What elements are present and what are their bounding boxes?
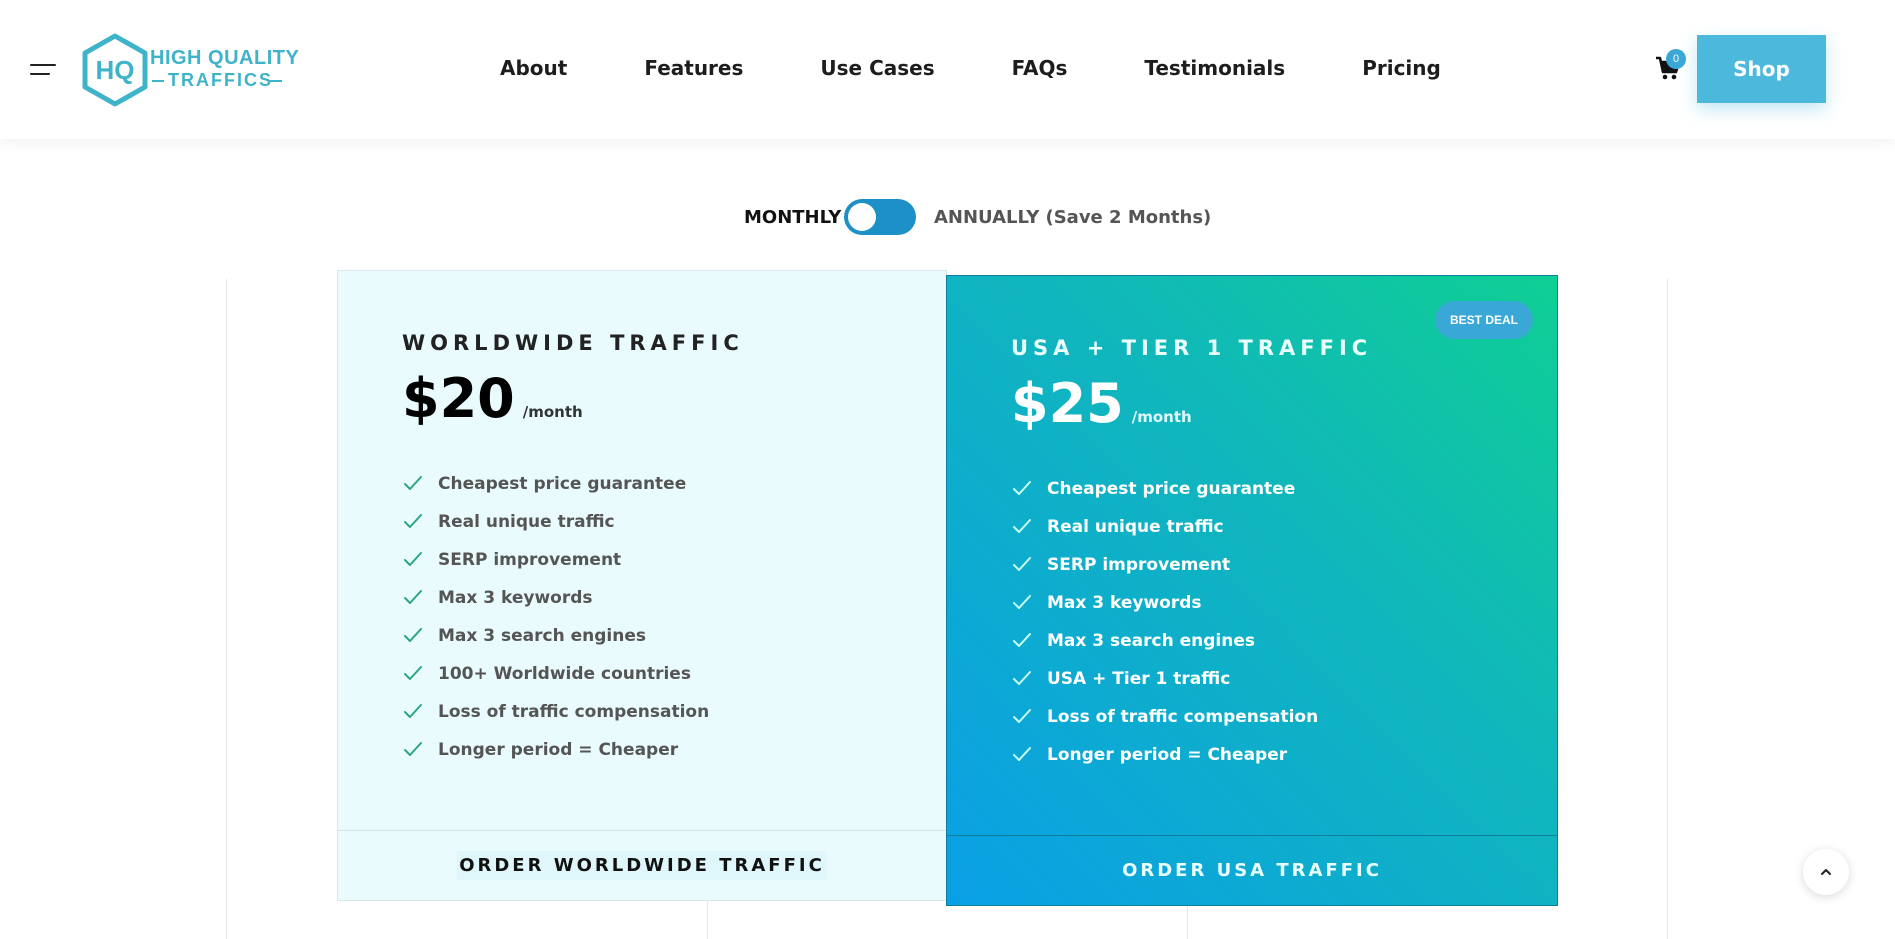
nav-link-about[interactable]: About [500,56,567,80]
check-icon [1013,557,1031,571]
nav-link-features[interactable]: Features [644,56,743,80]
plan-price: $25 [1011,372,1124,435]
feature-item: Real unique traffic [402,503,709,541]
check-icon [404,742,422,756]
feature-text: Cheapest price guarantee [438,474,687,494]
hq-hexagon-icon: HQ [82,33,148,107]
feature-item: Real unique traffic [1011,508,1318,546]
site-logo[interactable]: HQ HIGH QUALITY TRAFFICS [80,33,299,107]
feature-text: 100+ Worldwide countries [438,664,691,684]
feature-item: USA + Tier 1 traffic [1011,660,1318,698]
check-icon [1013,481,1031,495]
feature-text: SERP improvement [1047,555,1231,575]
logo-text-top: HIGH QUALITY [150,47,300,69]
best-deal-badge: BEST DEAL [1435,301,1533,339]
price-row: $25 /month [1011,372,1192,435]
feature-text: Max 3 keywords [438,588,593,608]
feature-item: 100+ Worldwide countries [402,655,709,693]
card-footer: ORDER USA TRAFFIC [947,835,1557,905]
feature-list: Cheapest price guarantee Real unique traf… [402,465,709,769]
check-icon [404,628,422,642]
site-header: HQ HIGH QUALITY TRAFFICS About Features … [0,0,1895,139]
order-worldwide-traffic-button[interactable]: ORDER WORLDWIDE TRAFFIC [457,851,827,880]
nav-link-use-cases[interactable]: Use Cases [820,56,934,80]
check-icon [404,666,422,680]
check-icon [1013,633,1031,647]
plan-period: /month [522,403,583,421]
card-footer: ORDER WORLDWIDE TRAFFIC [338,830,946,900]
billing-monthly-label[interactable]: MONTHLY [744,207,841,228]
grid-line [1667,279,1668,939]
check-icon [1013,709,1031,723]
feature-item: Cheapest price guarantee [1011,470,1318,508]
shop-button[interactable]: Shop [1697,35,1826,103]
billing-period-toggle[interactable] [844,199,916,235]
feature-item: Loss of traffic compensation [402,693,709,731]
check-icon [404,514,422,528]
pricing-card-usa: BEST DEAL USA + TIER 1 TRAFFIC $25 /mont… [946,275,1558,906]
price-row: $20 /month [402,367,583,430]
feature-text: Longer period = Cheaper [1047,745,1288,765]
feature-text: Max 3 keywords [1047,593,1202,613]
grid-line [226,279,227,939]
cart-count-badge: 0 [1666,49,1686,69]
check-icon [1013,519,1031,533]
feature-list: Cheapest price guarantee Real unique traf… [1011,470,1318,774]
plan-title: USA + TIER 1 TRAFFIC [1011,336,1373,360]
nav-link-testimonials[interactable]: Testimonials [1144,56,1285,80]
feature-item: Loss of traffic compensation [1011,698,1318,736]
feature-text: Loss of traffic compensation [1047,707,1319,727]
plan-price: $20 [402,367,515,430]
logo-dash-right [268,80,282,82]
logo-dash-left [152,80,164,82]
hamburger-menu-icon[interactable] [30,61,56,77]
feature-item: SERP improvement [1011,546,1318,584]
chevron-up-icon [1821,869,1831,875]
nav-link-faqs[interactable]: FAQs [1012,56,1068,80]
nav-link-pricing[interactable]: Pricing [1362,56,1441,80]
plan-title: WORLDWIDE TRAFFIC [402,331,744,355]
feature-item: Cheapest price guarantee [402,465,709,503]
feature-text: Cheapest price guarantee [1047,479,1296,499]
check-icon [404,476,422,490]
scroll-to-top-button[interactable] [1803,849,1849,895]
toggle-knob [848,203,876,231]
check-icon [404,552,422,566]
logo-text-bottom: TRAFFICS [168,70,273,90]
feature-text: Max 3 search engines [1047,631,1256,651]
feature-item: SERP improvement [402,541,709,579]
plan-period: /month [1131,408,1192,426]
check-icon [1013,595,1031,609]
feature-text: USA + Tier 1 traffic [1047,669,1231,689]
feature-item: Longer period = Cheaper [402,731,709,769]
feature-text: Real unique traffic [438,512,615,532]
pricing-card-worldwide: WORLDWIDE TRAFFIC $20 /month Cheapest pr… [337,270,947,901]
check-icon [1013,671,1031,685]
main-nav: About Features Use Cases FAQs Testimonia… [500,56,1518,80]
feature-text: SERP improvement [438,550,622,570]
check-icon [404,590,422,604]
svg-text:HQ: HQ [96,55,135,85]
feature-item: Max 3 keywords [402,579,709,617]
check-icon [1013,747,1031,761]
check-icon [404,704,422,718]
feature-item: Longer period = Cheaper [1011,736,1318,774]
feature-text: Max 3 search engines [438,626,647,646]
feature-item: Max 3 search engines [402,617,709,655]
feature-text: Loss of traffic compensation [438,702,710,722]
feature-text: Real unique traffic [1047,517,1224,537]
feature-text: Longer period = Cheaper [438,740,679,760]
feature-item: Max 3 search engines [1011,622,1318,660]
order-usa-traffic-button[interactable]: ORDER USA TRAFFIC [1122,860,1382,881]
feature-item: Max 3 keywords [1011,584,1318,622]
billing-annually-label[interactable]: ANNUALLY (Save 2 Months) [934,207,1211,228]
